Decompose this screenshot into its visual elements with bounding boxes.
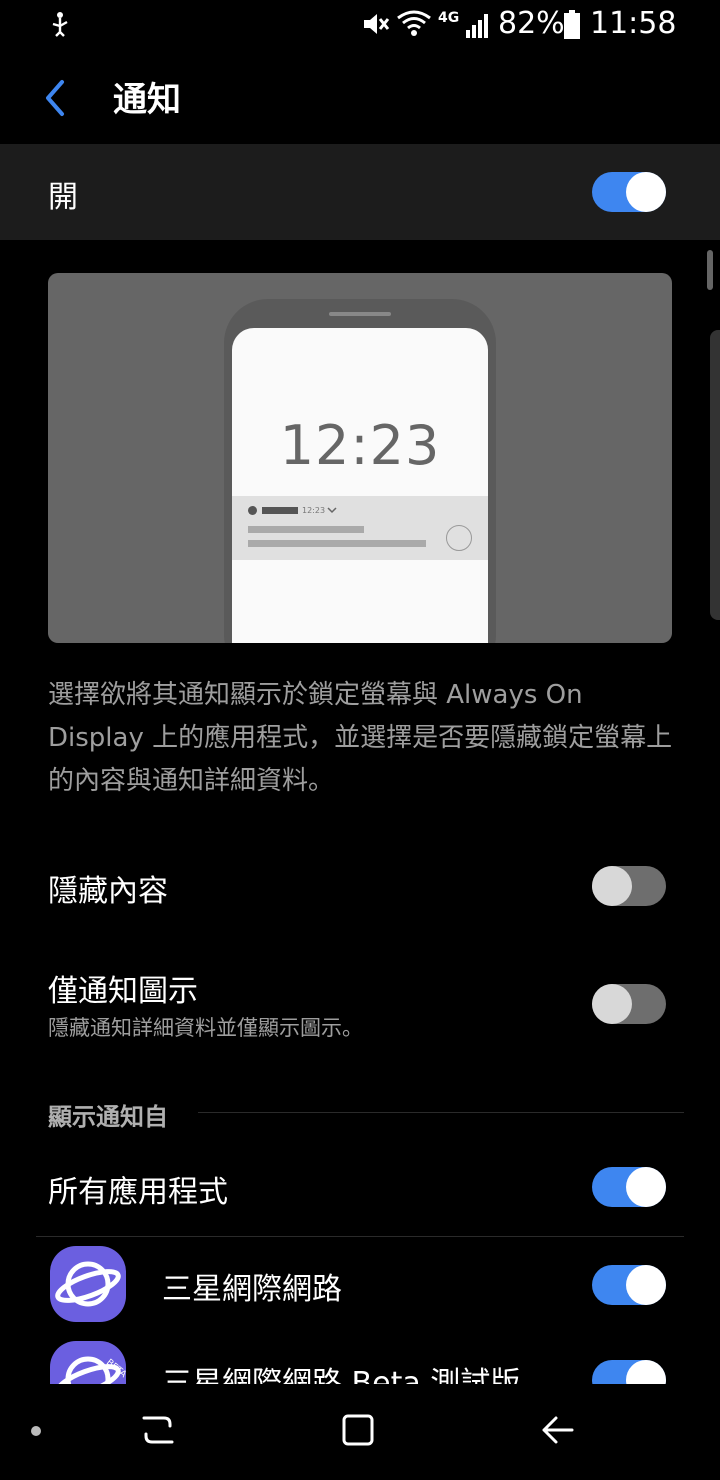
master-switch-row[interactable]: 開 [0,144,720,240]
nav-dot[interactable] [31,1426,41,1436]
battery-percent: 82% [498,6,565,41]
icons-only-toggle[interactable] [592,984,666,1024]
usb-debug-icon [52,12,68,37]
master-toggle[interactable] [592,172,666,212]
network-type: 4G [438,10,460,26]
app-toggle-samsung-internet[interactable] [592,1265,666,1305]
signal-icon [466,14,488,38]
section-header: 顯示通知自 [48,1103,168,1131]
icons-only-label[interactable]: 僅通知圖示 [48,966,198,1010]
battery-icon [564,10,580,39]
list-item-partial: BETA 三星網際網路 Beta 測試版 [0,1340,720,1384]
description-text: 選擇欲將其通知顯示於鎖定螢幕與 Always On Display 上的應用程式… [48,680,673,796]
master-switch-label: 開 [48,180,78,215]
preview-notification: 12:23 [232,496,488,560]
all-apps-label[interactable]: 所有應用程式 [48,1167,228,1211]
hide-content-toggle[interactable] [592,866,666,906]
home-icon[interactable] [338,1410,378,1450]
page-title: 通知 [113,80,181,120]
back-arrow-icon[interactable] [40,78,74,118]
navigation-bar [0,1384,720,1480]
section-divider [198,1112,684,1113]
expand-chevron-icon [327,507,337,514]
phone-screen: 12:23 12:23 [232,328,488,643]
samsung-internet-icon [50,1246,126,1322]
wifi-icon [397,10,431,36]
samsung-internet-beta-icon: BETA [50,1341,126,1384]
vibrate-mute-icon [364,14,390,34]
list-divider [36,1236,684,1237]
edge-panel-handle[interactable] [710,330,720,620]
preview-notif-time: 12:23 [302,506,326,515]
hide-content-label[interactable]: 隱藏內容 [48,866,168,910]
app-label-samsung-internet[interactable]: 三星網際網路 [162,1264,342,1308]
app-toggle-samsung-internet-beta[interactable] [592,1360,666,1384]
status-bar: 4G 82% 11:58 [0,0,720,48]
app-label-samsung-internet-beta[interactable]: 三星網際網路 Beta 測試版 [162,1358,520,1384]
all-apps-toggle[interactable] [592,1167,666,1207]
recents-icon[interactable] [138,1410,178,1450]
preview-clock: 12:23 [279,414,441,477]
back-nav-icon[interactable] [538,1410,578,1450]
status-time: 11:58 [590,6,677,41]
scrollbar[interactable] [707,250,713,290]
lockscreen-preview: 12:23 12:23 [48,273,672,643]
icons-only-subtitle: 隱藏通知詳細資料並僅顯示圖示。 [48,1016,363,1040]
